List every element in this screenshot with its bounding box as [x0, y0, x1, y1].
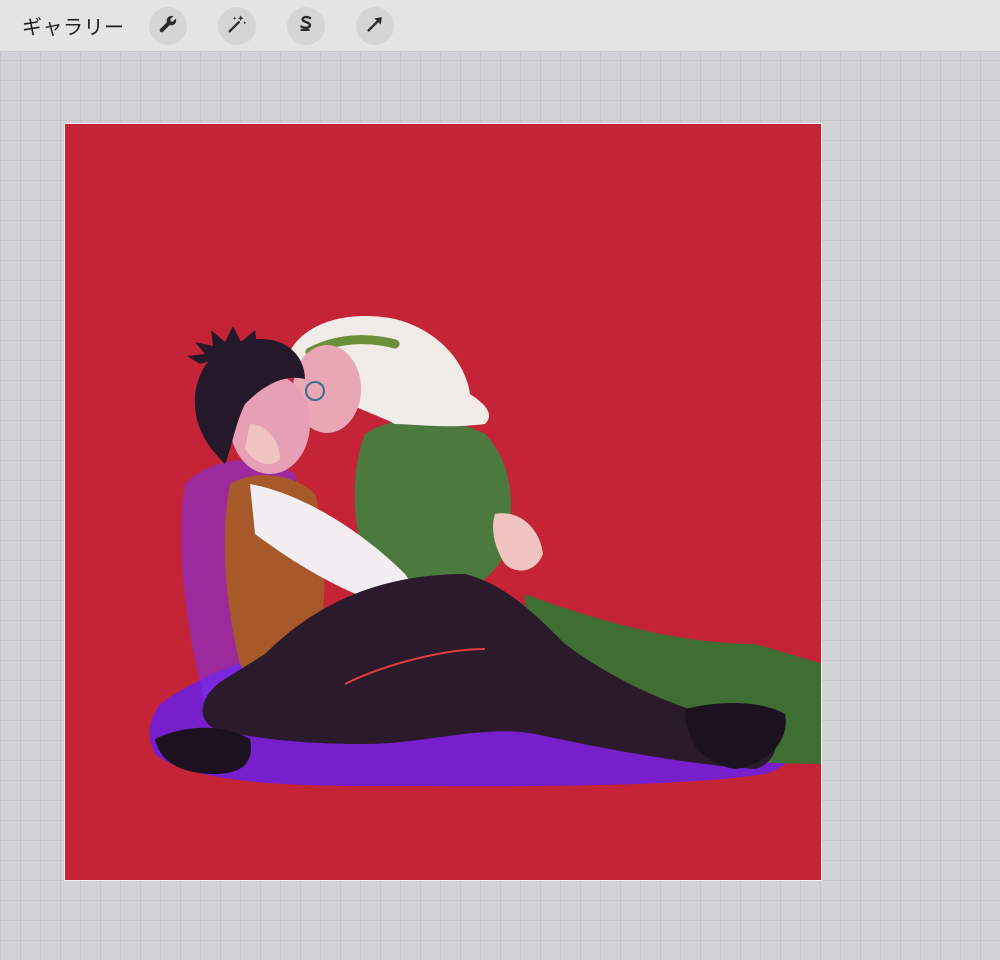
actions-button[interactable] [148, 6, 187, 45]
magic-wand-icon [226, 13, 248, 39]
arrow-cursor-icon [364, 13, 386, 39]
selection-s-icon [295, 13, 317, 39]
artwork-illustration [149, 316, 821, 787]
top-toolbar: ギャラリー [0, 0, 1000, 52]
adjustments-button[interactable] [217, 6, 256, 45]
wrench-icon [157, 13, 179, 39]
transform-button[interactable] [355, 6, 394, 45]
drawing-canvas[interactable] [64, 123, 822, 881]
selection-button[interactable] [286, 6, 325, 45]
gallery-button[interactable]: ギャラリー [22, 11, 125, 40]
